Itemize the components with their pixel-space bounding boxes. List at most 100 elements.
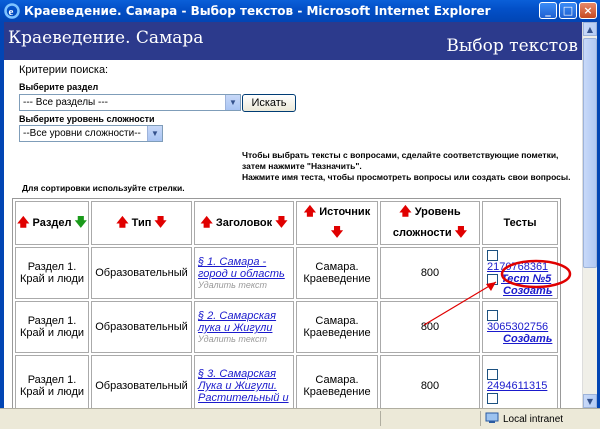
source-line: Самара. [315,315,359,327]
delete-text-link[interactable]: Удалить текст [198,280,293,290]
cell-title: § 2. Самарская лука и Жигули Удалить тек… [194,301,294,353]
create-test-link[interactable]: Создать [503,285,552,297]
header-level: 🡅 Уровень сложности 🡇 [380,201,480,245]
ie-logo-icon: e [4,3,20,19]
cell-title: § 1. Самара - город и область Удалить те… [194,247,294,299]
test-checkbox[interactable] [487,309,498,321]
security-zone: Local intranet [485,412,563,427]
scroll-thumb[interactable] [583,38,597,268]
vertical-scrollbar[interactable]: ▲ ▼ [582,22,597,408]
section-line: Раздел 1. [27,261,77,273]
table-row: Раздел 1. Край и люди Образовательный § … [15,301,558,353]
source-line: Самара. [315,261,359,273]
cell-level: 800 [380,355,480,408]
delete-text-link[interactable]: Удалить текст [198,334,293,344]
sort-up-icon[interactable]: 🡅 [304,204,316,218]
status-separator [480,411,481,426]
cell-source: Самара. Краеведение [296,355,378,408]
section-select-value: --- Все разделы --- [23,97,109,108]
section-select[interactable]: --- Все разделы --- ▼ [19,94,241,111]
sort-down-icon[interactable]: 🡇 [275,215,287,229]
cell-tests: 3065302756 Создать [482,301,558,353]
section-select-label: Выберите раздел [19,82,99,92]
window-titlebar: e Краеведение. Самара - Выбор текстов - … [0,0,600,22]
status-separator [380,411,381,426]
page-title: Выбор текстов [446,36,578,56]
section-line: Край и люди [19,386,85,398]
table-header-row: 🡅 Раздел 🡇 🡅 Тип 🡇 🡅 Заголовок 🡇 🡅 Источ… [15,201,558,245]
header-source: 🡅 Источник 🡇 [296,201,378,245]
header-label: Тип [131,216,152,229]
cell-tests: 2170768361 Тест №5 Создать [482,247,558,299]
cell-section: Раздел 1. Край и люди [15,247,89,299]
source-line: Краеведение [303,327,371,339]
header-label: Источник [319,206,371,218]
sort-up-icon[interactable]: 🡅 [116,215,128,229]
sort-up-icon[interactable]: 🡅 [399,204,411,218]
cell-level: 800 [380,301,480,353]
scroll-down-icon[interactable]: ▼ [583,394,597,408]
section-line: Раздел 1. [27,315,77,327]
test-checkbox[interactable] [487,392,498,404]
minimize-button[interactable]: _ [539,2,557,19]
cell-section: Раздел 1. Край и люди [15,301,89,353]
header-section: 🡅 Раздел 🡇 [15,201,89,245]
level-select[interactable]: --Все уровни сложности-- ▼ [19,125,163,142]
sort-up-icon[interactable]: 🡅 [17,215,29,229]
close-button[interactable]: × [579,2,597,19]
cell-type: Образовательный [91,247,192,299]
cell-section: Раздел 1. Край и люди [15,355,89,408]
source-line: Самара. [315,374,359,386]
cell-level: 800 [380,247,480,299]
search-button[interactable]: Искать [242,94,296,112]
title-link[interactable]: § 2. Самарская лука и Жигули [198,310,293,334]
title-link[interactable]: § 3. Самарская Лука и Жигули. Растительн… [198,368,293,404]
cell-source: Самара. Краеведение [296,247,378,299]
search-criteria-heading: Критерии поиска: [19,64,109,76]
test-id-link[interactable]: 3065302756 [487,321,548,333]
cell-type: Образовательный [91,355,192,408]
intranet-icon [485,412,499,427]
instructions: Чтобы выбрать тексты с вопросами, сделай… [242,150,572,183]
cell-type: Образовательный [91,301,192,353]
sort-down-icon[interactable]: 🡇 [154,215,166,229]
chevron-down-icon[interactable]: ▼ [225,95,240,110]
svg-text:e: e [9,6,14,18]
sort-up-icon[interactable]: 🡅 [200,215,212,229]
sort-down-icon[interactable]: 🡇 [75,215,87,229]
section-line: Край и люди [19,273,85,285]
sort-down-icon[interactable]: 🡇 [331,225,343,239]
section-line: Край и люди [19,327,85,339]
cell-title: § 3. Самарская Лука и Жигули. Растительн… [194,355,294,408]
test-name-link[interactable]: Тест №5 [501,273,551,285]
header-tests: Тесты [482,201,558,245]
sort-hint: Для сортировки используйте стрелки. [22,183,185,193]
header-label: Заголовок [215,216,273,229]
header-label: Раздел [32,216,72,229]
create-test-link[interactable]: Создать [503,333,552,345]
header-title: 🡅 Заголовок 🡇 [194,201,294,245]
table-row: Раздел 1. Край и люди Образовательный § … [15,355,558,408]
status-bar: Local intranet [0,408,600,429]
title-link[interactable]: § 1. Самара - город и область [198,256,293,280]
window-title: Краеведение. Самара - Выбор текстов - Mi… [24,4,491,18]
page-content: Краеведение. Самара Выбор текстов Критер… [4,22,582,408]
test-checkbox[interactable] [487,249,498,261]
cell-source: Самара. Краеведение [296,301,378,353]
site-banner: Краеведение. Самара Выбор текстов [4,22,582,60]
instructions-line-1: Чтобы выбрать тексты с вопросами, сделай… [242,150,559,171]
header-type: 🡅 Тип 🡇 [91,201,192,245]
scroll-up-icon[interactable]: ▲ [583,22,597,36]
source-line: Краеведение [303,386,371,398]
cell-tests: 2494611315 [482,355,558,408]
test-checkbox[interactable] [487,368,498,380]
table-row: Раздел 1. Край и люди Образовательный § … [15,247,558,299]
test-id-link[interactable]: 2494611315 [487,380,547,392]
sort-down-icon[interactable]: 🡇 [455,225,467,239]
level-select-value: --Все уровни сложности-- [23,128,141,139]
test-checkbox[interactable] [487,273,498,285]
chevron-down-icon[interactable]: ▼ [147,126,162,141]
test-id-link[interactable]: 2170768361 [487,261,548,273]
maximize-button[interactable]: □ [559,2,577,19]
texts-table: 🡅 Раздел 🡇 🡅 Тип 🡇 🡅 Заголовок 🡇 🡅 Источ… [12,198,561,408]
